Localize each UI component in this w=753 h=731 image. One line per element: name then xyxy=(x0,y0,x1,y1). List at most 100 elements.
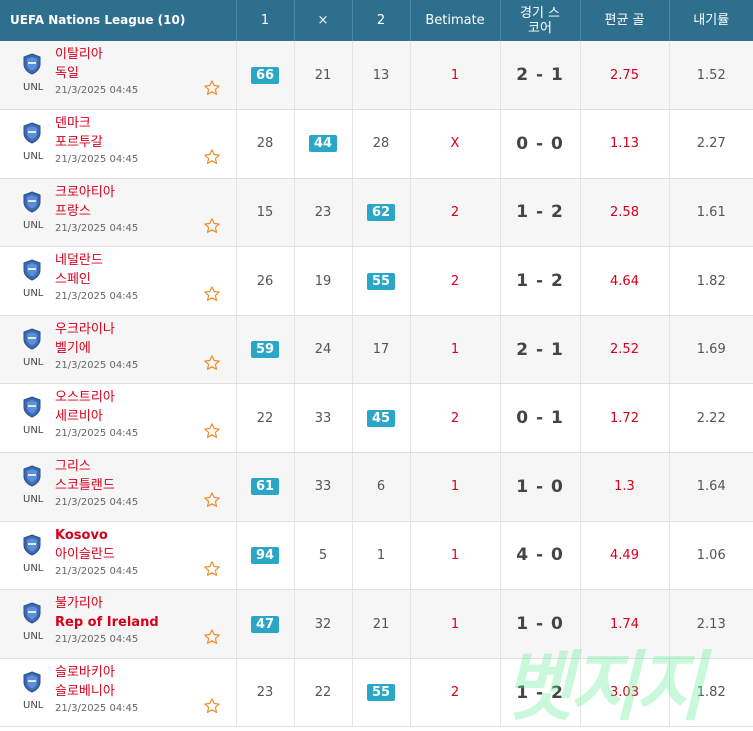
home-team[interactable]: 오스트리아 xyxy=(55,388,115,407)
match-cell[interactable]: UNL 덴마크 포르투갈 21/3/2025 04:45 xyxy=(0,109,237,179)
home-team[interactable]: 불가리아 xyxy=(55,594,159,613)
prob-away-value: 17 xyxy=(372,342,390,358)
odds-value: 1.64 xyxy=(669,452,753,522)
match-date: 21/3/2025 04:45 xyxy=(55,565,139,577)
odds-value: 1.52 xyxy=(669,41,753,111)
home-team[interactable]: 네덜란드 xyxy=(55,251,103,270)
home-team[interactable]: 크로아티아 xyxy=(55,183,115,202)
betimate-value: 1 xyxy=(410,452,501,522)
prob-home-value: 28 xyxy=(256,136,274,152)
betimate-value: 1 xyxy=(410,521,501,591)
prob-home-value: 26 xyxy=(256,273,274,289)
favorite-star-icon[interactable] xyxy=(203,560,221,578)
prob-draw: 33 xyxy=(294,383,353,454)
match-cell[interactable]: UNL 그리스 스코틀랜드 21/3/2025 04:45 xyxy=(0,452,237,522)
favorite-star-icon[interactable] xyxy=(203,491,221,509)
table-row[interactable]: UNL 네덜란드 스페인 21/3/2025 04:45 26 19 55 2 … xyxy=(0,246,753,316)
col-header-x: × xyxy=(294,0,353,41)
match-date: 21/3/2025 04:45 xyxy=(55,428,139,440)
teams[interactable]: 오스트리아 세르비아 xyxy=(55,388,115,426)
teams[interactable]: 크로아티아 프랑스 xyxy=(55,183,115,221)
league-shield-icon xyxy=(23,53,41,75)
table-row[interactable]: UNL 불가리아 Rep of Ireland 21/3/2025 04:45 … xyxy=(0,589,753,659)
league-title[interactable]: UEFA Nations League (10) xyxy=(0,0,237,41)
teams[interactable]: 네덜란드 스페인 xyxy=(55,251,103,289)
home-team[interactable]: 그리스 xyxy=(55,457,115,476)
prob-away-value: 28 xyxy=(372,136,390,152)
score-value: 0 - 1 xyxy=(500,383,581,454)
away-team[interactable]: Rep of Ireland xyxy=(55,613,159,632)
favorite-star-icon[interactable] xyxy=(203,354,221,372)
league-abbr: UNL xyxy=(23,631,44,643)
match-cell[interactable]: UNL 크로아티아 프랑스 21/3/2025 04:45 xyxy=(0,178,237,248)
table-row[interactable]: UNL Kosovo 아이슬란드 21/3/2025 04:45 94 5 1 … xyxy=(0,521,753,591)
teams[interactable]: Kosovo 아이슬란드 xyxy=(55,526,115,564)
teams[interactable]: 그리스 스코틀랜드 xyxy=(55,457,115,495)
odds-value: 1.06 xyxy=(669,521,753,591)
favorite-star-icon[interactable] xyxy=(203,148,221,166)
match-date: 21/3/2025 04:45 xyxy=(55,359,139,371)
teams[interactable]: 덴마크 포르투갈 xyxy=(55,114,103,152)
teams[interactable]: 이탈리아 독일 xyxy=(55,45,103,83)
prob-draw: 21 xyxy=(294,41,353,111)
favorite-star-icon[interactable] xyxy=(203,697,221,715)
table-row[interactable]: UNL 덴마크 포르투갈 21/3/2025 04:45 28 44 28 X … xyxy=(0,109,753,179)
league-shield-icon xyxy=(23,671,41,693)
col-header-betimate: Betimate xyxy=(410,0,501,41)
league-shield-icon xyxy=(23,602,41,624)
league-abbr: UNL xyxy=(23,288,44,300)
away-team[interactable]: 아이슬란드 xyxy=(55,545,115,564)
teams[interactable]: 불가리아 Rep of Ireland xyxy=(55,594,159,632)
home-team[interactable]: 슬로바키아 xyxy=(55,663,115,682)
away-team[interactable]: 스코틀랜드 xyxy=(55,476,115,495)
away-team[interactable]: 프랑스 xyxy=(55,202,115,221)
prob-home: 59 xyxy=(236,315,295,385)
prob-away: 6 xyxy=(352,452,411,522)
match-cell[interactable]: UNL 오스트리아 세르비아 21/3/2025 04:45 xyxy=(0,383,237,454)
favorite-star-icon[interactable] xyxy=(203,79,221,97)
prob-away-value: 6 xyxy=(376,479,386,495)
table-row[interactable]: UNL 그리스 스코틀랜드 21/3/2025 04:45 61 33 6 1 … xyxy=(0,452,753,522)
match-cell[interactable]: UNL 슬로바키아 슬로베니아 21/3/2025 04:45 xyxy=(0,658,237,728)
favorite-star-icon[interactable] xyxy=(203,422,221,440)
avg-goals-value: 1.13 xyxy=(580,109,670,179)
match-cell[interactable]: UNL 우크라이나 벨기에 21/3/2025 04:45 xyxy=(0,315,237,385)
table-row[interactable]: UNL 오스트리아 세르비아 21/3/2025 04:45 22 33 45 … xyxy=(0,383,753,454)
table-row[interactable]: UNL 이탈리아 독일 21/3/2025 04:45 66 21 13 1 2… xyxy=(0,41,753,111)
prob-away-value: 21 xyxy=(372,616,390,632)
favorite-star-icon[interactable] xyxy=(203,628,221,646)
home-team[interactable]: 덴마크 xyxy=(55,114,103,133)
table-row[interactable]: UNL 슬로바키아 슬로베니아 21/3/2025 04:45 23 22 55… xyxy=(0,658,753,728)
away-team[interactable]: 세르비아 xyxy=(55,407,115,426)
avg-goals-value: 1.72 xyxy=(580,383,670,454)
prob-away: 55 xyxy=(352,658,411,728)
odds-value: 1.61 xyxy=(669,178,753,248)
away-team[interactable]: 슬로베니아 xyxy=(55,682,115,701)
teams[interactable]: 슬로바키아 슬로베니아 xyxy=(55,663,115,701)
prob-home: 47 xyxy=(236,589,295,659)
away-team[interactable]: 벨기에 xyxy=(55,339,115,358)
prob-home: 15 xyxy=(236,178,295,248)
prob-home-value: 47 xyxy=(250,615,280,633)
match-cell[interactable]: UNL 이탈리아 독일 21/3/2025 04:45 xyxy=(0,41,237,111)
betimate-value: 1 xyxy=(410,315,501,385)
league-abbr: UNL xyxy=(23,494,44,506)
table-row[interactable]: UNL 우크라이나 벨기에 21/3/2025 04:45 59 24 17 1… xyxy=(0,315,753,385)
match-cell[interactable]: UNL 불가리아 Rep of Ireland 21/3/2025 04:45 xyxy=(0,589,237,659)
home-team[interactable]: 이탈리아 xyxy=(55,45,103,64)
match-cell[interactable]: UNL 네덜란드 스페인 21/3/2025 04:45 xyxy=(0,246,237,316)
score-value: 2 - 1 xyxy=(500,41,581,111)
away-team[interactable]: 스페인 xyxy=(55,270,103,289)
prob-away: 45 xyxy=(352,383,411,454)
table-row[interactable]: UNL 크로아티아 프랑스 21/3/2025 04:45 15 23 62 2… xyxy=(0,178,753,248)
home-team[interactable]: Kosovo xyxy=(55,526,115,545)
match-cell[interactable]: UNL Kosovo 아이슬란드 21/3/2025 04:45 xyxy=(0,521,237,591)
away-team[interactable]: 독일 xyxy=(55,64,103,83)
teams[interactable]: 우크라이나 벨기에 xyxy=(55,320,115,358)
home-team[interactable]: 우크라이나 xyxy=(55,320,115,339)
away-team[interactable]: 포르투갈 xyxy=(55,133,103,152)
prob-draw: 32 xyxy=(294,589,353,659)
favorite-star-icon[interactable] xyxy=(203,217,221,235)
prob-draw-value: 44 xyxy=(308,135,338,153)
favorite-star-icon[interactable] xyxy=(203,285,221,303)
